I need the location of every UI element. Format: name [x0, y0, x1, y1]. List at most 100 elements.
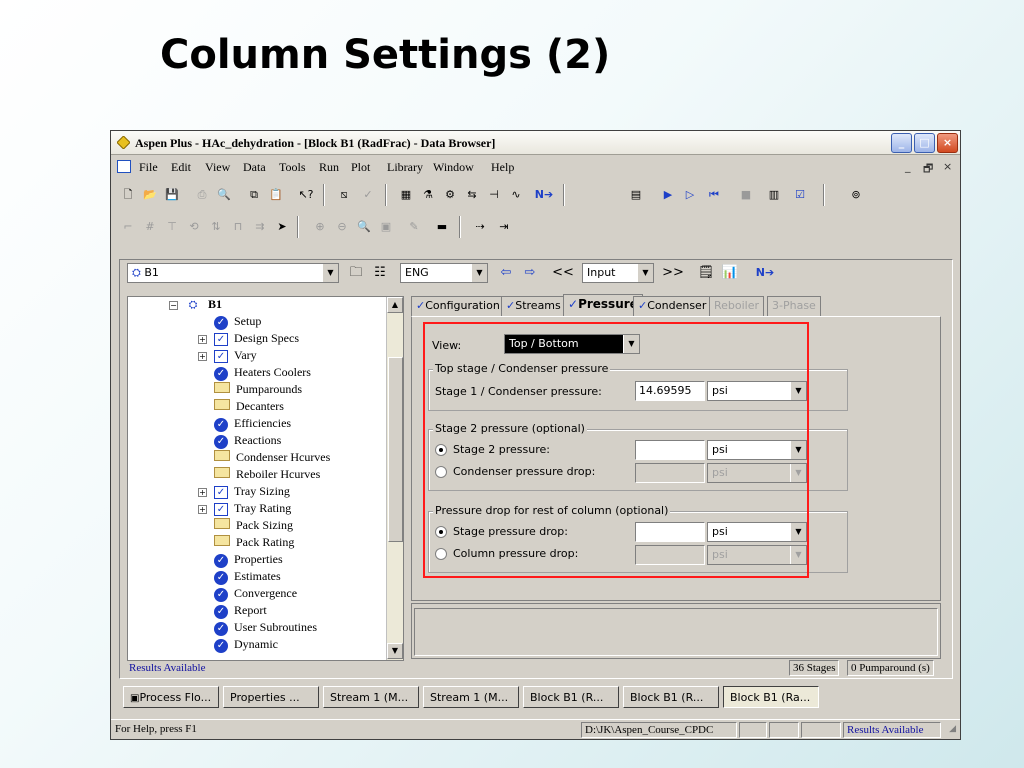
- menu-edit[interactable]: Edit: [171, 160, 191, 175]
- tree-item[interactable]: ✓ Vary: [214, 348, 257, 363]
- menu-view[interactable]: View: [205, 160, 230, 175]
- expand-icon[interactable]: +: [198, 505, 207, 514]
- tree-item[interactable]: ✓ User Subroutines: [214, 620, 317, 636]
- sensitivity-icon[interactable]: ∿: [505, 184, 527, 206]
- tree-item[interactable]: ✓ Efficiencies: [214, 416, 291, 432]
- pfd-icon[interactable]: ▣: [375, 216, 397, 238]
- next-button[interactable]: >>: [661, 263, 685, 283]
- tab-3-phase[interactable]: 3-Phase: [767, 296, 821, 316]
- tab-pressure[interactable]: ✓Pressure: [563, 294, 643, 316]
- resize-grip-icon[interactable]: ◢: [949, 724, 956, 734]
- block-icon[interactable]: ⇆: [461, 184, 483, 206]
- expand-icon[interactable]: +: [198, 488, 207, 497]
- menu-data[interactable]: Data: [243, 160, 266, 175]
- tree-item[interactable]: Reboiler Hcurves: [214, 467, 320, 482]
- chevron-down-icon[interactable]: ▼: [471, 264, 487, 282]
- tab-streams[interactable]: ✓Streams: [501, 296, 566, 316]
- check-icon[interactable]: ✓: [357, 184, 379, 206]
- units-icon[interactable]: ⊣: [483, 184, 505, 206]
- stop-icon[interactable]: ■: [735, 184, 757, 206]
- tree-item[interactable]: ✓ Estimates: [214, 569, 281, 585]
- close-button[interactable]: ×: [937, 133, 958, 153]
- tree-scrollbar[interactable]: ▲ ▼: [386, 297, 403, 660]
- up-folder-icon[interactable]: 🗀: [345, 263, 367, 283]
- flowsheet-icon[interactable]: ⧅: [333, 184, 355, 206]
- whats-this-icon[interactable]: ↖?: [295, 184, 317, 206]
- zoom-in-icon[interactable]: ⊕: [309, 216, 331, 238]
- select-pointer-icon[interactable]: ➤: [271, 216, 293, 238]
- tree-item[interactable]: ✓ Heaters Coolers: [214, 365, 311, 381]
- edit-icon[interactable]: ✎: [403, 216, 425, 238]
- tree-item[interactable]: Decanters: [214, 399, 284, 414]
- block-selector[interactable]: ⛭ B1 ▼: [127, 263, 339, 283]
- menu-tools[interactable]: Tools: [279, 160, 306, 175]
- print-icon[interactable]: ⎙: [191, 184, 213, 206]
- stream-icon[interactable]: ⚙: [439, 184, 461, 206]
- maximize-button[interactable]: □: [914, 133, 935, 153]
- new-icon[interactable]: 🗋: [117, 184, 139, 206]
- minimize-button[interactable]: _: [891, 133, 912, 153]
- window-tab[interactable]: Block B1 (R...: [623, 686, 719, 708]
- tree-item[interactable]: Pumparounds: [214, 382, 302, 397]
- scroll-down-icon[interactable]: ▼: [387, 643, 403, 659]
- next-required-button[interactable]: N➔: [751, 263, 779, 283]
- zoom-out-icon[interactable]: ⊖: [331, 216, 353, 238]
- mdi-close-button[interactable]: ×: [943, 160, 952, 173]
- paste-icon[interactable]: 📋: [265, 184, 287, 206]
- tree-toggle-icon[interactable]: ☷: [369, 263, 391, 283]
- align-icon[interactable]: ⊤: [161, 216, 183, 238]
- scroll-thumb[interactable]: [388, 357, 403, 542]
- report-icon[interactable]: ⊚: [845, 184, 867, 206]
- pair-icon[interactable]: ⊓: [227, 216, 249, 238]
- tree-item[interactable]: ✓ Setup: [214, 314, 261, 330]
- zoom-full-icon[interactable]: 🔍: [353, 216, 375, 238]
- document-icon[interactable]: [117, 160, 131, 173]
- check-results-icon[interactable]: ☑: [789, 184, 811, 206]
- window-tab-active[interactable]: Block B1 (Ra...: [723, 686, 819, 708]
- memo-icon[interactable]: 🗒: [695, 263, 717, 283]
- tree-item[interactable]: ✓ Report: [214, 603, 267, 619]
- results-icon[interactable]: ▥: [763, 184, 785, 206]
- tree-item[interactable]: Condenser Hcurves: [214, 450, 330, 465]
- display-icon[interactable]: ▬: [431, 216, 453, 238]
- next-icon[interactable]: N➔: [533, 184, 555, 206]
- copy-icon[interactable]: ⧉: [243, 184, 265, 206]
- scroll-up-icon[interactable]: ▲: [387, 297, 403, 313]
- draw-line-icon[interactable]: ⌐: [117, 216, 139, 238]
- align-right-icon[interactable]: ⇉: [249, 216, 271, 238]
- tree-item[interactable]: ✓ Reactions: [214, 433, 281, 449]
- menu-help[interactable]: Help: [491, 160, 514, 175]
- tab-reboiler[interactable]: Reboiler: [709, 296, 765, 316]
- mode-selector[interactable]: Input ▼: [582, 263, 654, 283]
- tab-condenser[interactable]: ✓Condenser: [633, 296, 712, 316]
- window-tab[interactable]: Stream 1 (M...: [423, 686, 519, 708]
- window-tab[interactable]: Block B1 (R...: [523, 686, 619, 708]
- menu-library[interactable]: Library: [387, 160, 423, 175]
- rotate-icon[interactable]: ⟲: [183, 216, 205, 238]
- input-arrow-icon[interactable]: ⇢: [469, 216, 491, 238]
- chevron-down-icon[interactable]: ▼: [637, 264, 653, 282]
- output-arrow-icon[interactable]: ⇥: [493, 216, 515, 238]
- model-library-icon[interactable]: ⚗: [417, 184, 439, 206]
- forward-button[interactable]: ⇨: [519, 263, 541, 283]
- open-icon[interactable]: 📂: [139, 184, 161, 206]
- window-tab[interactable]: ▣Process Flo...: [123, 686, 219, 708]
- run-icon[interactable]: ▶: [657, 184, 679, 206]
- tree-item[interactable]: ✓ Design Specs: [214, 331, 299, 346]
- mdi-restore-button[interactable]: 🗗: [923, 160, 933, 179]
- data-browser-icon[interactable]: ▦: [395, 184, 417, 206]
- window-tab[interactable]: Properties ...: [223, 686, 319, 708]
- tree-item[interactable]: ✓ Convergence: [214, 586, 297, 602]
- tree-root[interactable]: ⛭ B1: [184, 297, 222, 312]
- menu-plot[interactable]: Plot: [351, 160, 370, 175]
- tree-item[interactable]: ✓ Tray Sizing: [214, 484, 290, 499]
- tree-item[interactable]: ✓ Tray Rating: [214, 501, 291, 516]
- window-tab[interactable]: Stream 1 (M...: [323, 686, 419, 708]
- status-icon[interactable]: 📊: [719, 263, 741, 283]
- collapse-icon[interactable]: −: [169, 301, 178, 310]
- chevron-down-icon[interactable]: ▼: [322, 264, 338, 282]
- title-bar[interactable]: Aspen Plus - HAc_dehydration - [Block B1…: [111, 131, 960, 155]
- save-icon[interactable]: 💾: [161, 184, 183, 206]
- grid-icon[interactable]: #: [139, 216, 161, 238]
- tab-configuration[interactable]: ✓Configuration: [411, 296, 505, 316]
